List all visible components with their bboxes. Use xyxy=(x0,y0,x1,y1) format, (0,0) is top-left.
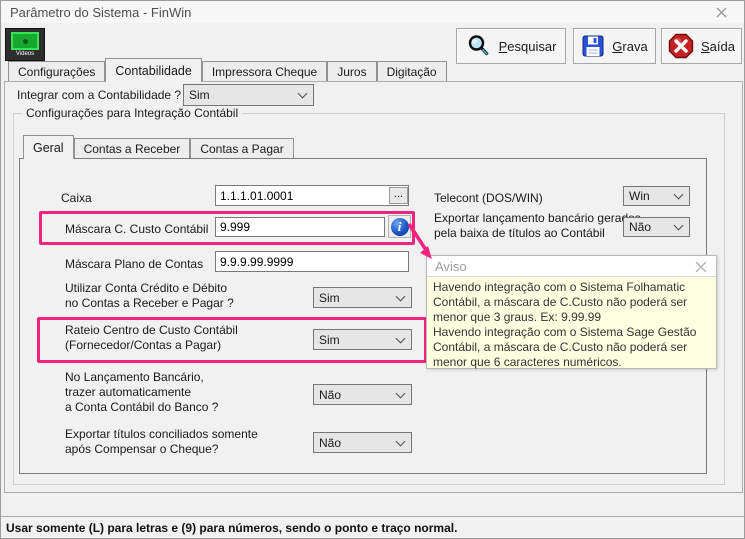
exportar-bancario-value: Não xyxy=(624,220,675,234)
rateio-label: Rateio Centro de Custo Contábil (Fornece… xyxy=(65,323,238,353)
rateio-value: Sim xyxy=(314,333,397,347)
tab-configuracoes[interactable]: Configurações xyxy=(8,61,105,81)
integrar-label: Integrar com a Contabilidade ? xyxy=(17,88,181,103)
integrar-value: Sim xyxy=(184,88,299,102)
chevron-down-icon xyxy=(674,221,684,231)
status-text: Usar somente (L) para letras e (9) para … xyxy=(6,521,457,535)
exportar-bancario-label: Exportar lançamento bancário gerados pel… xyxy=(434,211,641,241)
utilizar-value: Sim xyxy=(314,291,397,305)
lancamento-label: No Lançamento Bancário, trazer automatic… xyxy=(65,370,218,415)
chevron-down-icon xyxy=(396,333,406,343)
video-screen-icon xyxy=(11,32,39,50)
tab-digitacao[interactable]: Digitação xyxy=(377,61,447,81)
videos-button-label: Videos xyxy=(16,50,34,58)
mascara-plano-input[interactable] xyxy=(215,251,409,272)
tab-contas-a-receber[interactable]: Contas a Receber xyxy=(74,138,191,158)
chevron-down-icon xyxy=(396,291,406,301)
close-icon xyxy=(692,258,710,276)
tab-contas-a-pagar[interactable]: Contas a Pagar xyxy=(190,138,293,158)
mascara-plano-label: Máscara Plano de Contas xyxy=(65,257,203,272)
telecont-label: Telecont (DOS/WIN) xyxy=(434,191,543,206)
window-close-button[interactable] xyxy=(699,1,744,23)
tab-contabilidade[interactable]: Contabilidade xyxy=(105,58,201,82)
caixa-browse-button[interactable]: ... xyxy=(389,187,408,204)
lancamento-value: Não xyxy=(314,388,397,402)
telecont-value: Win xyxy=(624,189,675,203)
caixa-input[interactable] xyxy=(215,185,409,206)
exportar-bancario-select[interactable]: Não xyxy=(623,217,690,237)
utilizar-select[interactable]: Sim xyxy=(313,287,412,308)
aviso-title: Aviso xyxy=(435,259,467,274)
mascara-custo-label: Máscara C. Custo Contábil xyxy=(65,222,208,237)
lancamento-select[interactable]: Não xyxy=(313,384,412,405)
close-icon xyxy=(716,7,727,18)
exportar-titulos-value: Não xyxy=(314,436,397,450)
status-bar: Usar somente (L) para letras e (9) para … xyxy=(1,516,745,539)
title-bar: Parâmetro do Sistema - FinWin xyxy=(1,1,744,23)
search-icon xyxy=(466,33,492,59)
chevron-down-icon xyxy=(298,89,308,99)
aviso-close-button[interactable] xyxy=(692,258,710,276)
info-icon: i xyxy=(391,218,409,236)
pesquisar-label: Pesquisar xyxy=(499,39,557,54)
tab-impressora-cheque[interactable]: Impressora Cheque xyxy=(202,61,327,81)
chevron-down-icon xyxy=(396,388,406,398)
exportar-titulos-label: Exportar títulos conciliados somente apó… xyxy=(65,427,258,457)
mascara-custo-info-button[interactable]: i xyxy=(388,215,411,238)
chevron-down-icon xyxy=(396,436,406,446)
pesquisar-button[interactable]: Pesquisar xyxy=(456,28,566,64)
groupbox-title: Configurações para Integração Contábil xyxy=(22,106,242,120)
tab-juros[interactable]: Juros xyxy=(327,61,376,81)
videos-button[interactable]: Videos xyxy=(5,28,45,61)
window-title: Parâmetro do Sistema - FinWin xyxy=(10,5,191,20)
mascara-custo-input[interactable] xyxy=(215,217,385,237)
parametro-sistema-window: Parâmetro do Sistema - FinWin Videos Pes… xyxy=(0,0,745,539)
grava-label: Grava xyxy=(612,39,647,54)
telecont-select[interactable]: Win xyxy=(623,186,690,206)
integrar-select[interactable]: Sim xyxy=(183,84,314,106)
chevron-down-icon xyxy=(674,190,684,200)
aviso-titlebar: Aviso xyxy=(427,256,716,277)
grava-button[interactable]: Grava xyxy=(573,28,656,64)
utilizar-label: Utilizar Conta Crédito e Débito no Conta… xyxy=(65,281,234,311)
aviso-paragraph-1: Havendo integração com o Sistema Folhama… xyxy=(433,280,710,325)
saida-label: Saída xyxy=(701,39,735,54)
aviso-popup: Aviso Havendo integração com o Sistema F… xyxy=(426,255,717,369)
saida-button[interactable]: Saída xyxy=(661,28,742,64)
tab-geral[interactable]: Geral xyxy=(23,135,74,159)
caixa-label: Caixa xyxy=(61,191,92,206)
rateio-select[interactable]: Sim xyxy=(313,329,412,350)
aviso-paragraph-2: Havendo integração com o Sistema Sage Ge… xyxy=(433,325,710,370)
exportar-titulos-select[interactable]: Não xyxy=(313,432,412,453)
save-floppy-icon xyxy=(581,34,605,58)
aviso-body: Havendo integração com o Sistema Folhama… xyxy=(427,277,716,373)
exit-stop-icon xyxy=(668,33,694,59)
main-tabstrip: Configurações Contabilidade Impressora C… xyxy=(8,58,447,82)
inner-tabstrip: Geral Contas a Receber Contas a Pagar xyxy=(23,135,294,159)
